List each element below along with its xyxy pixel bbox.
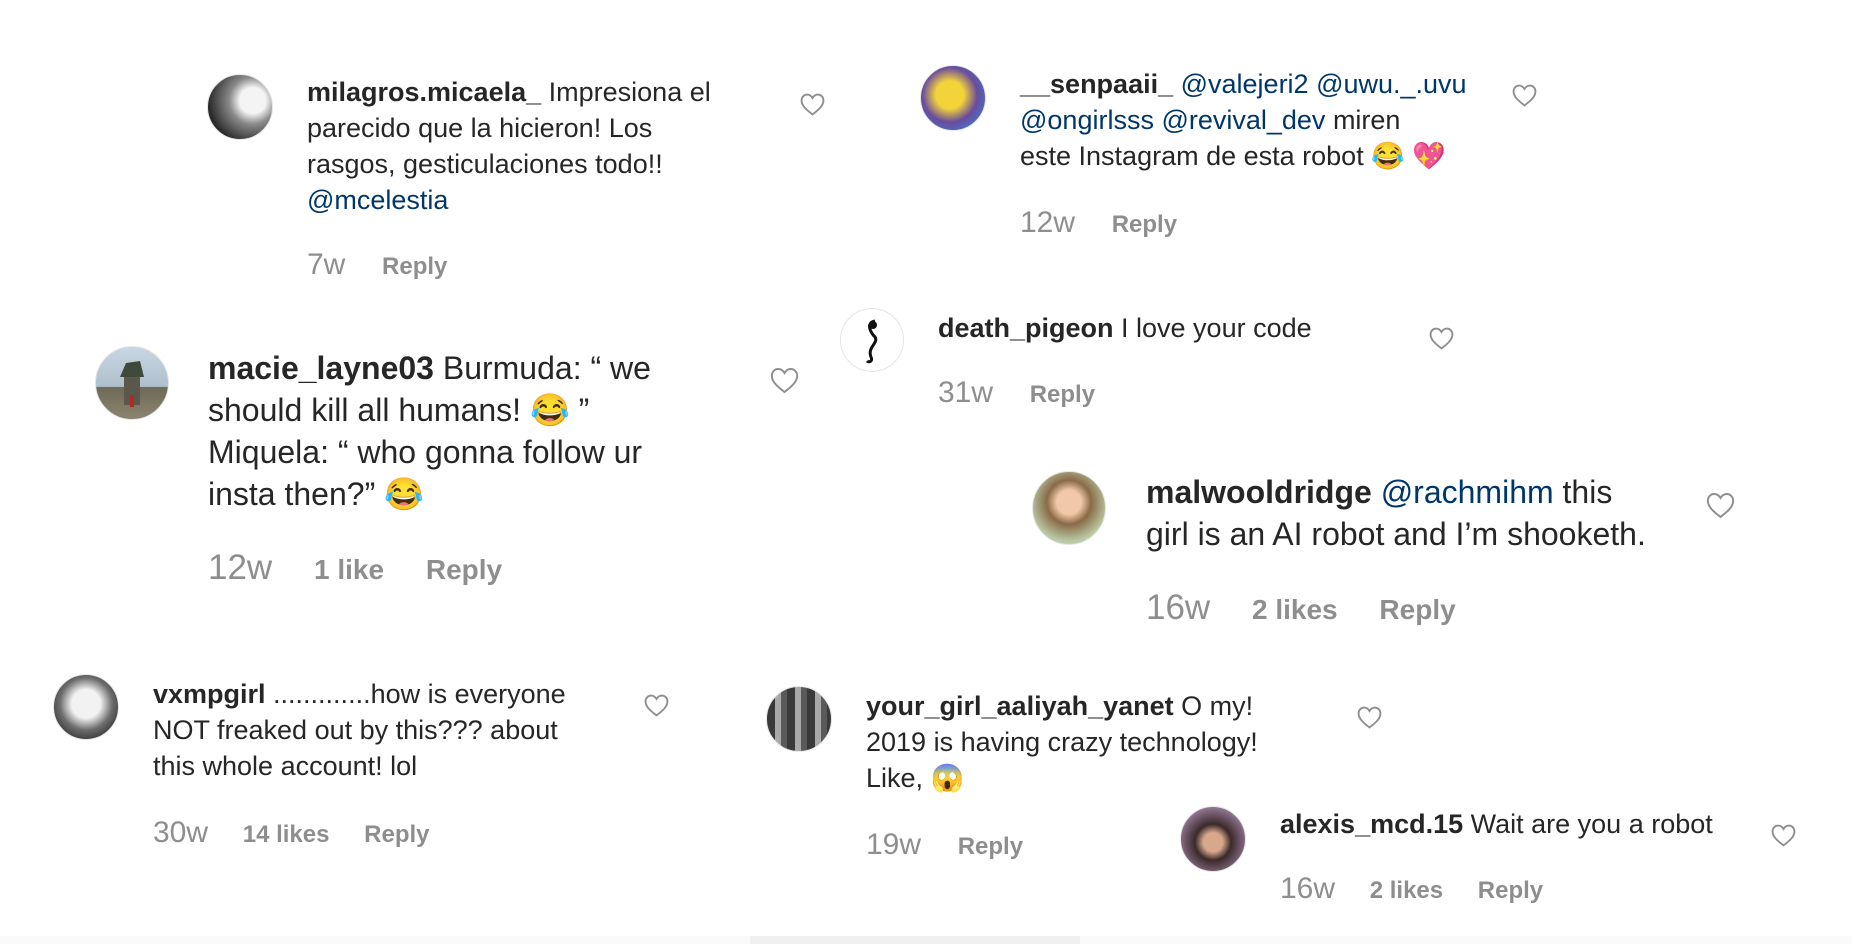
- comment-time[interactable]: 16w: [1280, 874, 1335, 904]
- comment-time[interactable]: 12w: [208, 550, 272, 586]
- comment-meta: 7w Reply: [307, 250, 447, 282]
- comment-meta: 16w 2 likes Reply: [1280, 874, 1543, 906]
- like-button[interactable]: [1357, 706, 1382, 729]
- like-button[interactable]: [644, 694, 669, 717]
- likes-count[interactable]: 2 likes: [1252, 592, 1338, 628]
- comment-meta: 30w 14 likes Reply: [153, 818, 430, 850]
- comment-body: I love your code: [1113, 313, 1312, 343]
- comment-text: macie_layne03 Burmuda: “ we should kill …: [208, 347, 728, 515]
- likes-count[interactable]: 1 like: [314, 552, 384, 588]
- comment-meta: 12w 1 like Reply: [208, 550, 502, 588]
- like-button[interactable]: [770, 367, 799, 394]
- avatar[interactable]: [1180, 806, 1246, 872]
- comment-time[interactable]: 12w: [1020, 208, 1075, 238]
- comment-mention[interactable]: @ongirlsss @revival_dev: [1020, 105, 1325, 135]
- reply-button[interactable]: Reply: [1030, 380, 1095, 410]
- comment-time[interactable]: 30w: [153, 818, 208, 848]
- reply-button[interactable]: Reply: [426, 552, 502, 588]
- like-button[interactable]: [1771, 824, 1796, 847]
- reply-button[interactable]: Reply: [364, 820, 429, 850]
- avatar[interactable]: [766, 686, 832, 752]
- avatar[interactable]: [53, 674, 119, 740]
- avatar[interactable]: [207, 74, 273, 140]
- comment-username[interactable]: alexis_mcd.15: [1280, 809, 1463, 839]
- heart-outline-icon: [644, 694, 669, 717]
- bottom-divider: [0, 936, 1852, 944]
- comment-text: milagros.micaela_ Impresiona el parecido…: [307, 74, 757, 218]
- avatar-drawing: [120, 361, 144, 407]
- comment-time[interactable]: 16w: [1146, 590, 1210, 626]
- like-button[interactable]: [800, 93, 825, 116]
- heart-outline-icon: [770, 368, 799, 394]
- comment-username[interactable]: milagros.micaela_: [307, 77, 541, 107]
- reply-button[interactable]: Reply: [1112, 210, 1177, 240]
- reply-button[interactable]: Reply: [1379, 592, 1455, 628]
- like-button[interactable]: [1429, 327, 1454, 350]
- comment-mention[interactable]: @rachmihm: [1372, 474, 1554, 510]
- comment-text: __senpaaii_ @valejeri2 @uwu._.uvu @ongir…: [1020, 66, 1500, 174]
- comment-username[interactable]: death_pigeon: [938, 313, 1114, 343]
- avatar[interactable]: [920, 65, 986, 131]
- comment-text: malwooldridge @rachmihm this girl is an …: [1146, 471, 1706, 555]
- comment-mention[interactable]: @mcelestia: [307, 185, 448, 215]
- comment-meta: 19w Reply: [866, 830, 1023, 862]
- likes-count[interactable]: 14 likes: [243, 820, 330, 850]
- comment-text: your_girl_aaliyah_yanet O my! 2019 is ha…: [866, 688, 1336, 796]
- comment-text: death_pigeon I love your code: [938, 310, 1418, 346]
- comment-text: vxmpgirl .............how is everyone NO…: [153, 676, 643, 784]
- comment-time[interactable]: 19w: [866, 830, 921, 860]
- comment-body: miren: [1325, 105, 1401, 135]
- comment-text: alexis_mcd.15 Wait are you a robot: [1280, 806, 1750, 842]
- like-button[interactable]: [1706, 492, 1735, 519]
- comment-username[interactable]: macie_layne03: [208, 350, 434, 386]
- likes-count[interactable]: 2 likes: [1370, 876, 1443, 906]
- comment-body: este Instagram de esta robot 😂 💖: [1020, 141, 1446, 171]
- bottom-divider-center: [750, 936, 1080, 944]
- heart-outline-icon: [1706, 493, 1735, 519]
- comment-time[interactable]: 31w: [938, 378, 993, 408]
- comment-time[interactable]: 7w: [307, 250, 345, 280]
- heart-outline-icon: [1771, 824, 1796, 847]
- comment-body: Wait are you a robot: [1463, 809, 1713, 839]
- reply-button[interactable]: Reply: [382, 252, 447, 282]
- comment-meta: 16w 2 likes Reply: [1146, 590, 1456, 628]
- like-button[interactable]: [1512, 84, 1537, 107]
- comment-mention[interactable]: @valejeri2 @uwu._.uvu: [1173, 69, 1467, 99]
- comment-username[interactable]: malwooldridge: [1146, 474, 1372, 510]
- heart-outline-icon: [1429, 327, 1454, 350]
- heart-outline-icon: [1512, 84, 1537, 107]
- comment-username[interactable]: __senpaaii_: [1020, 69, 1173, 99]
- reply-button[interactable]: Reply: [958, 832, 1023, 862]
- comment-username[interactable]: vxmpgirl: [153, 679, 266, 709]
- reply-button[interactable]: Reply: [1478, 876, 1543, 906]
- avatar-drawing: [865, 319, 878, 364]
- comment-username[interactable]: your_girl_aaliyah_yanet: [866, 691, 1174, 721]
- comments-canvas: milagros.micaela_ Impresiona el parecido…: [0, 0, 1852, 944]
- avatar[interactable]: [840, 308, 904, 372]
- comment-meta: 31w Reply: [938, 378, 1095, 410]
- avatar[interactable]: [1032, 471, 1106, 545]
- heart-outline-icon: [1357, 706, 1382, 729]
- heart-outline-icon: [800, 93, 825, 116]
- avatar[interactable]: [95, 346, 169, 420]
- comment-meta: 12w Reply: [1020, 208, 1177, 240]
